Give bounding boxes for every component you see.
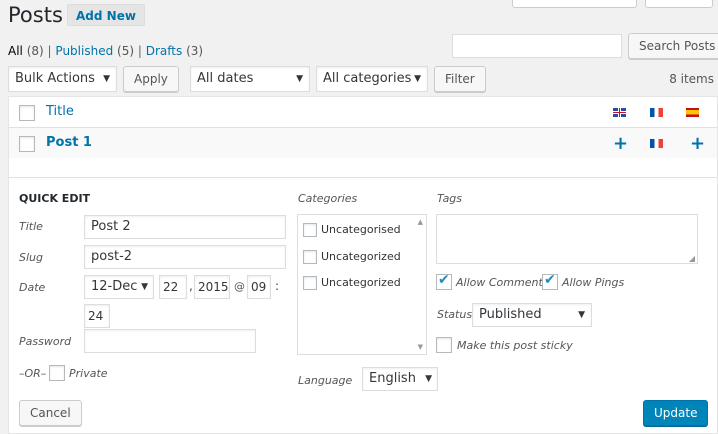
private-checkbox[interactable] — [49, 365, 65, 381]
status-select[interactable]: Published ▼ — [472, 303, 592, 327]
chevron-down-icon: ▼ — [103, 74, 110, 84]
apply-button[interactable]: Apply — [123, 66, 179, 92]
categories-select[interactable]: All categories ▼ — [316, 66, 428, 92]
flag-fr-icon[interactable] — [650, 139, 663, 148]
chevron-down-icon: ▼ — [414, 74, 421, 84]
date-label: Date — [19, 281, 46, 294]
help-button[interactable] — [645, 0, 713, 8]
chevron-down-icon: ▼ — [425, 374, 432, 384]
add-new-button[interactable]: Add New — [67, 4, 145, 26]
row-checkbox[interactable] — [19, 136, 35, 152]
status-label: Status — [437, 308, 473, 321]
page-title: Posts — [8, 3, 63, 27]
chevron-down-icon: ▼ — [141, 282, 148, 292]
password-label: Password — [19, 335, 72, 348]
password-input[interactable] — [84, 329, 256, 353]
screen-options-button[interactable] — [512, 0, 637, 8]
filter-button[interactable]: Filter — [434, 66, 486, 92]
language-select[interactable]: English ▼ — [362, 367, 438, 391]
date-hour-input[interactable]: 09 — [247, 275, 271, 299]
chevron-down-icon: ▼ — [296, 74, 303, 84]
post-status-views: All (8) | Published (5) | Drafts (3) — [8, 44, 204, 58]
category-checkbox[interactable] — [303, 276, 317, 290]
add-translation-icon[interactable]: + — [613, 135, 628, 153]
chevron-down-icon: ▼ — [578, 310, 585, 320]
scroll-down-icon[interactable]: ▼ — [418, 343, 423, 351]
post-title-link[interactable]: Post 1 — [46, 135, 92, 150]
allow-pings-label: Allow Pings — [562, 276, 625, 289]
view-drafts-link[interactable]: Drafts (3) — [146, 44, 203, 58]
bulk-actions-select[interactable]: Bulk Actions ▼ — [8, 66, 117, 92]
update-button[interactable]: Update — [643, 400, 709, 426]
posts-table: Title Post 1 + + QUICK EDIT Title Post 2… — [8, 96, 718, 434]
view-all-link[interactable]: All (8) — [8, 44, 44, 58]
flag-fr-icon — [650, 108, 663, 117]
dates-select[interactable]: All dates ▼ — [190, 66, 310, 92]
date-day-input[interactable]: 22 — [159, 275, 187, 299]
allow-comments-checkbox[interactable] — [436, 272, 452, 290]
categories-label: Categories — [298, 192, 358, 205]
allow-pings-checkbox[interactable] — [542, 272, 558, 290]
category-checkbox[interactable] — [303, 223, 317, 237]
or-label: –OR– — [19, 367, 47, 380]
sticky-label: Make this post sticky — [457, 339, 573, 352]
slug-input[interactable]: post-2 — [84, 245, 286, 269]
title-input[interactable]: Post 2 — [84, 215, 286, 239]
cancel-button[interactable]: Cancel — [19, 400, 82, 426]
select-all-checkbox[interactable] — [19, 105, 35, 121]
table-row: Post 1 + + — [9, 128, 717, 158]
search-input[interactable] — [452, 34, 622, 58]
slug-label: Slug — [19, 251, 43, 264]
private-label: Private — [69, 367, 108, 380]
quick-edit-heading: QUICK EDIT — [19, 192, 91, 205]
tags-label: Tags — [437, 192, 463, 205]
date-year-input[interactable]: 2015 — [194, 275, 230, 299]
title-label: Title — [19, 220, 43, 233]
date-minute-input[interactable]: 24 — [84, 304, 110, 328]
view-published-link[interactable]: Published (5) — [55, 44, 134, 58]
title-column-header[interactable]: Title — [46, 104, 74, 119]
allow-comments-label: Allow Comments — [456, 276, 549, 289]
tags-textarea[interactable]: ◢ — [436, 214, 698, 264]
add-translation-icon[interactable]: + — [690, 135, 705, 153]
sticky-checkbox[interactable] — [436, 337, 452, 353]
items-count: 8 items — [669, 72, 714, 86]
date-month-select[interactable]: 12-Dec ▼ — [84, 275, 154, 299]
resize-handle-icon[interactable]: ◢ — [689, 254, 695, 263]
categories-checklist[interactable]: Uncategorised Uncategorized Uncategorize… — [297, 214, 427, 355]
search-posts-button[interactable]: Search Posts — [628, 33, 718, 59]
category-checkbox[interactable] — [303, 250, 317, 264]
scroll-up-icon[interactable]: ▲ — [418, 218, 423, 226]
flag-es-icon — [686, 108, 699, 117]
language-label: Language — [298, 374, 353, 387]
flag-uk-icon — [613, 108, 626, 117]
